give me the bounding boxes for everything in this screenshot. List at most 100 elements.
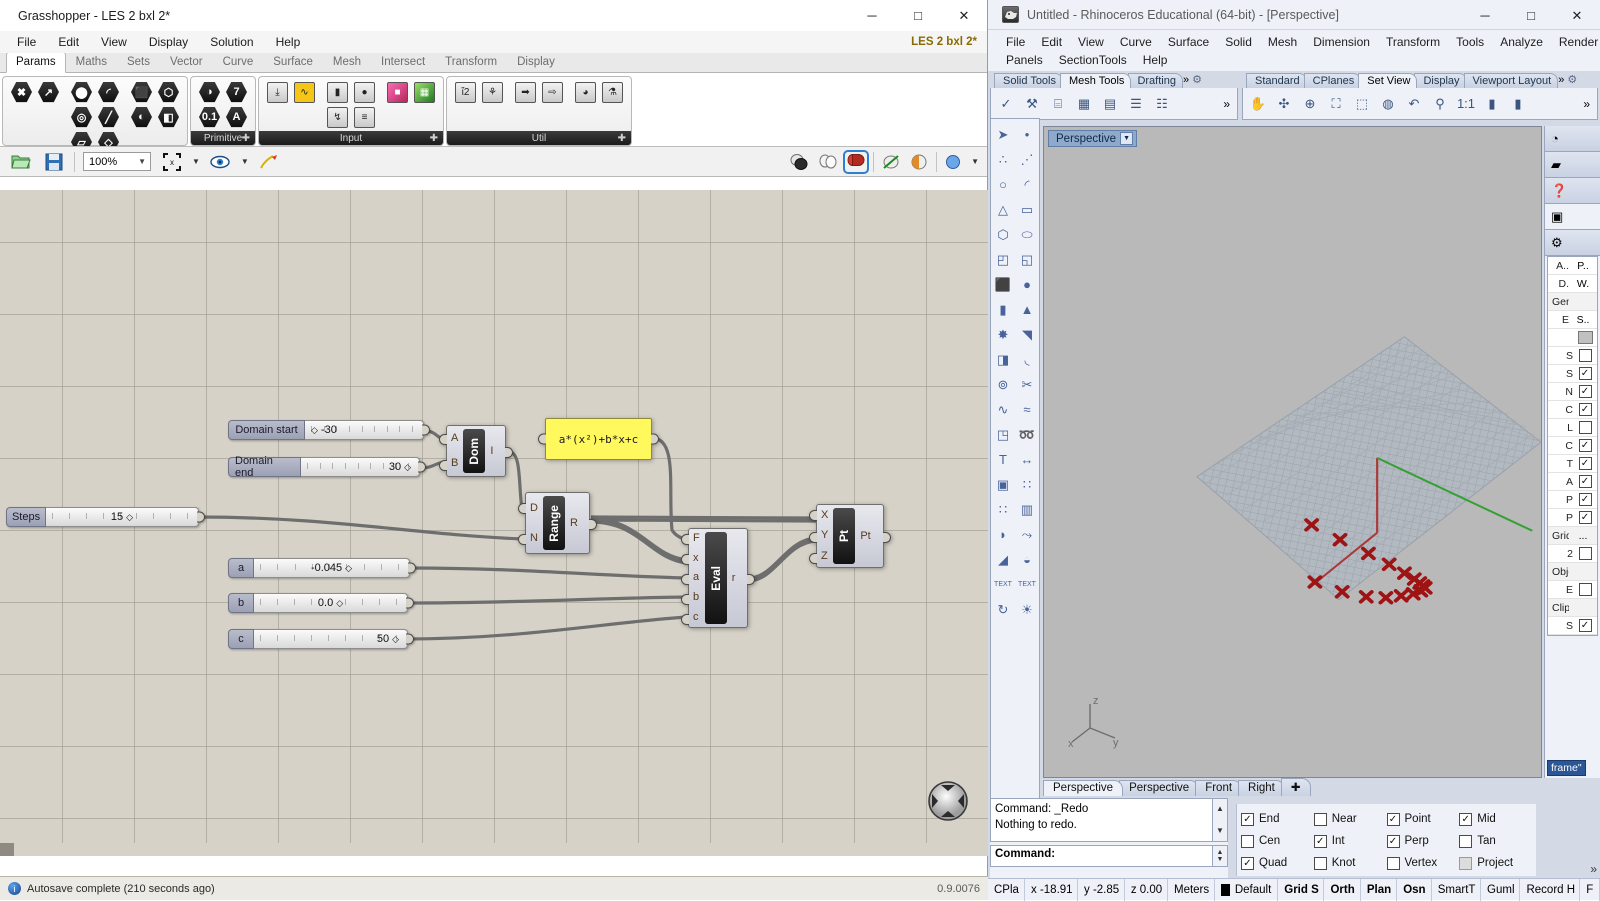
osnap-perp[interactable]: ✓ Perp <box>1386 834 1460 848</box>
pan-icon[interactable]: ✋ <box>1246 91 1270 117</box>
input-boolean-toggle-icon[interactable]: ↯ <box>325 105 350 129</box>
component-evaluate-port-in-a[interactable] <box>681 573 689 585</box>
rhino-menu-sectiontools[interactable]: SectionTools <box>1051 51 1135 69</box>
slider-grip-icon[interactable]: ◇ <box>311 425 318 436</box>
zoom-selected-icon[interactable]: ⬚ <box>1350 91 1374 117</box>
preview-disabled-icon[interactable] <box>880 152 902 172</box>
property-row[interactable]: Obje... <box>1548 563 1597 581</box>
right-panel-frame-label[interactable]: frame" <box>1547 760 1586 776</box>
component-evaluate[interactable]: Fx a b c Eval r <box>681 528 755 628</box>
input-colour-swatch-icon[interactable]: ■ <box>385 80 410 104</box>
slider-domain-start-track[interactable]: ◇ -30 <box>305 420 430 440</box>
property-value[interactable] <box>1573 331 1597 344</box>
gh-tab-transform[interactable]: Transform <box>435 52 507 72</box>
util-data-tree-icon[interactable]: ⚘ <box>480 80 505 104</box>
property-value[interactable]: P.. <box>1569 260 1597 272</box>
fillet-icon[interactable]: ◟ <box>1015 347 1039 372</box>
property-value[interactable] <box>1573 349 1597 362</box>
set-view-right-icon[interactable]: ▮ <box>1506 91 1530 117</box>
check-mesh-icon[interactable]: ✓ <box>994 91 1018 117</box>
checkbox-vertex[interactable] <box>1386 856 1400 870</box>
property-row[interactable]: Gen... <box>1548 293 1597 311</box>
panel-input-port[interactable] <box>538 433 546 445</box>
component-point-input-X[interactable]: X <box>821 509 828 521</box>
checkbox-tan[interactable] <box>1459 834 1473 848</box>
preview-colour-dropdown-icon[interactable]: ▼ <box>971 157 979 166</box>
box-icon[interactable]: ⬛ <box>991 272 1015 297</box>
property-value[interactable]: ✓ <box>1573 619 1597 632</box>
rhino-menu-help[interactable]: Help <box>1135 51 1176 69</box>
component-range-input-N[interactable]: N <box>530 532 538 544</box>
component-range-input-D[interactable]: D <box>530 502 538 514</box>
component-evaluate-input-F[interactable]: F <box>693 533 700 544</box>
menu-edit[interactable]: Edit <box>47 33 90 51</box>
component-point-port-in-Z[interactable] <box>809 552 817 564</box>
status-units[interactable]: Meters <box>1168 878 1215 901</box>
close-button[interactable]: ✕ <box>941 0 987 31</box>
util-cherry-picker-icon[interactable]: ἵ2 <box>453 80 478 104</box>
property-value[interactable]: ... <box>1569 530 1597 542</box>
property-checkbox[interactable]: ✓ <box>1578 493 1592 506</box>
checkbox-mid[interactable]: ✓ <box>1459 812 1473 826</box>
menu-file[interactable]: File <box>6 33 47 51</box>
canvas-scrollbar-thumb[interactable] <box>0 843 14 856</box>
mesh-quad-remesh-icon[interactable]: ▤ <box>1098 91 1122 117</box>
checkbox-int[interactable]: ✓ <box>1313 834 1327 848</box>
layout-icon[interactable]: ▥ <box>1015 497 1039 522</box>
input-value-list-icon[interactable]: ≡ <box>352 105 377 129</box>
property-row[interactable]: L <box>1548 419 1597 437</box>
status-ortho[interactable]: Orth <box>1324 878 1361 901</box>
text-object-icon[interactable]: T <box>991 447 1015 472</box>
component-point-port-in-X[interactable] <box>809 510 817 522</box>
osnap-cen[interactable]: Cen <box>1241 834 1314 848</box>
mesh-split-icon[interactable]: ⌸ <box>1046 91 1070 117</box>
component-range-title-capsule[interactable]: Range <box>542 496 565 550</box>
checkbox-quad[interactable]: ✓ <box>1241 856 1254 870</box>
property-row[interactable]: E <box>1548 581 1597 599</box>
slider-grip-icon[interactable]: ◇ <box>392 634 399 645</box>
toolbar-tab-mesh-tools[interactable]: Mesh Tools <box>1060 73 1132 88</box>
ellipse-icon[interactable]: ⬭ <box>1015 222 1039 247</box>
property-value[interactable]: ✓ <box>1573 493 1597 506</box>
scroll-up-icon[interactable]: ▲ <box>1216 801 1224 817</box>
component-range-port-out-R[interactable] <box>589 518 597 530</box>
minimize-button[interactable]: ─ <box>849 0 895 31</box>
gh-tab-params[interactable]: Params <box>6 52 66 73</box>
mesh-primitive-icon[interactable]: ✸ <box>991 322 1015 347</box>
component-evaluate-port-in-b[interactable] <box>681 593 689 605</box>
menu-view[interactable]: View <box>90 33 138 51</box>
viewport-tab-0[interactable]: Perspective <box>1043 780 1124 796</box>
geometry-circle-icon[interactable]: ⬤ <box>69 80 94 104</box>
property-checkbox[interactable]: ✓ <box>1578 403 1592 416</box>
geometry-arc-icon[interactable]: ◜ <box>96 80 121 104</box>
component-range-port-in-D[interactable] <box>518 503 526 514</box>
property-checkbox[interactable]: ✓ <box>1578 475 1592 488</box>
wireframe-preview-icon[interactable] <box>817 152 839 172</box>
slider-grip-icon[interactable]: ◇ <box>336 598 343 609</box>
zoom-target-icon[interactable]: ◍ <box>1376 91 1400 117</box>
rhino-menu-panels[interactable]: Panels <box>998 51 1051 69</box>
curve-tools-icon[interactable]: ∿ <box>991 397 1015 422</box>
primitive-number-icon[interactable]: 0.1 <box>197 105 222 129</box>
property-row[interactable]: T ✓ <box>1548 455 1597 473</box>
property-value[interactable]: ✓ <box>1573 457 1597 470</box>
zoom-extents-dropdown-icon[interactable]: ▼ <box>192 157 200 166</box>
checkbox-project[interactable] <box>1459 856 1473 870</box>
panel-tab-materials[interactable]: ▰ <box>1545 152 1600 178</box>
slider-c-track[interactable]: 50 ◇ <box>254 629 414 649</box>
geometry-brep-icon[interactable]: ◇ <box>96 130 121 146</box>
maximize-button[interactable]: □ <box>895 0 941 31</box>
surface-edge-icon[interactable]: ◱ <box>1015 247 1039 272</box>
property-value[interactable]: ✓ <box>1573 439 1597 452</box>
property-row[interactable]: C ✓ <box>1548 437 1597 455</box>
panel-tab-help[interactable]: ❓ <box>1545 178 1600 204</box>
property-row[interactable]: S ✓ <box>1548 365 1597 383</box>
property-checkbox[interactable]: ✓ <box>1578 439 1592 452</box>
util-jitter-icon[interactable]: ◕ <box>573 80 598 104</box>
component-point-input-Y[interactable]: Y <box>821 530 828 541</box>
slider-c[interactable]: c 50 ◇ <box>228 629 414 649</box>
unroll-surface-icon[interactable]: ◗ <box>991 522 1015 547</box>
trim-icon[interactable]: ✂ <box>1015 372 1039 397</box>
viewport-tab-3[interactable]: Right <box>1238 780 1285 796</box>
mesh-from-surface-icon[interactable]: ▦ <box>1072 91 1096 117</box>
